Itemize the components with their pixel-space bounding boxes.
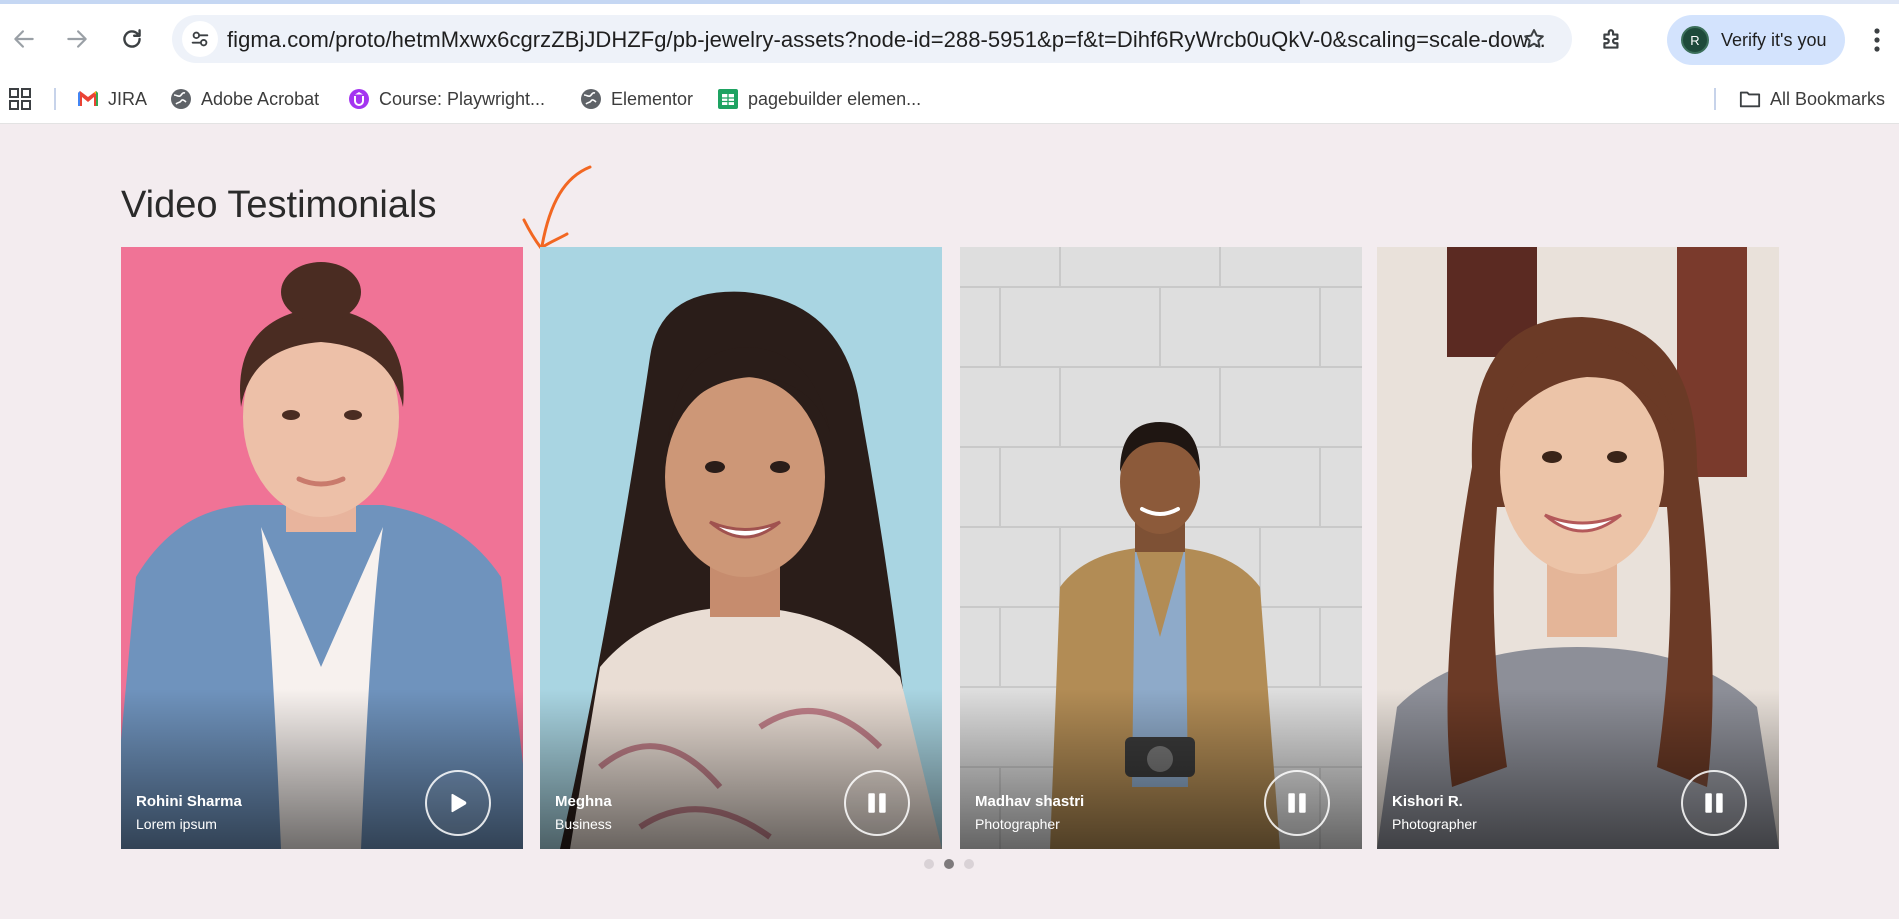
- globe-icon: [580, 88, 602, 110]
- play-button[interactable]: [425, 770, 491, 836]
- testimonial-role: Lorem ipsum: [136, 816, 217, 832]
- testimonial-card[interactable]: Madhav shastri Photographer: [960, 247, 1362, 849]
- bookmark-elementor[interactable]: Elementor: [580, 84, 693, 114]
- puzzle-icon: [1603, 29, 1619, 49]
- apps-button[interactable]: [9, 84, 31, 114]
- verify-profile-button[interactable]: R Verify it's you: [1667, 15, 1845, 65]
- bookmark-label: Course: Playwright...: [379, 88, 546, 109]
- udemy-icon: [348, 88, 370, 110]
- testimonial-name: Kishori R.: [1392, 793, 1463, 810]
- gmail-icon: [77, 88, 99, 110]
- bookmark-label: Adobe Acrobat: [201, 88, 320, 109]
- bookmark-course-playwright[interactable]: Course: Playwright...: [348, 84, 545, 114]
- bookmark-separator: [54, 88, 56, 110]
- site-info-button[interactable]: [182, 21, 218, 57]
- address-bar[interactable]: figma.com/proto/hetmMxwx6cgrzZBjJDHZFg/p…: [172, 15, 1572, 63]
- testimonial-role: Business: [555, 816, 612, 832]
- testimonial-role: Photographer: [1392, 816, 1477, 832]
- bookmark-star-button[interactable]: [1518, 23, 1550, 55]
- browser-toolbar: figma.com/proto/hetmMxwx6cgrzZBjJDHZFg/p…: [0, 4, 1899, 74]
- testimonial-name: Rohini Sharma: [136, 793, 242, 810]
- reload-button[interactable]: [114, 21, 150, 57]
- extensions-button[interactable]: [1593, 21, 1631, 59]
- testimonial-role: Photographer: [975, 816, 1060, 832]
- bookmark-label: JIRA: [108, 88, 148, 109]
- play-icon: [451, 793, 467, 813]
- bookmark-separator: [1714, 88, 1716, 110]
- reload-icon: [123, 29, 141, 48]
- globe-icon: [170, 88, 192, 110]
- carousel-dot-active[interactable]: [944, 859, 954, 869]
- page-content: Video Testimonials Rohini Sharma Lorem i…: [0, 134, 1899, 919]
- pause-icon: [1288, 793, 1306, 813]
- testimonial-name: Meghna: [555, 793, 612, 810]
- carousel-dot[interactable]: [924, 859, 934, 869]
- testimonial-card[interactable]: Kishori R. Photographer: [1377, 247, 1779, 849]
- all-bookmarks-label: All Bookmarks: [1770, 88, 1886, 109]
- bookmark-jira[interactable]: JIRA: [77, 84, 147, 114]
- bookmark-label: pagebuilder elemen...: [748, 88, 922, 109]
- pause-button[interactable]: [1264, 770, 1330, 836]
- sheets-icon: [717, 88, 739, 110]
- tune-icon: [191, 31, 209, 47]
- pause-icon: [1705, 793, 1723, 813]
- pause-button[interactable]: [844, 770, 910, 836]
- avatar: R: [1681, 26, 1709, 54]
- star-icon: [1524, 29, 1544, 48]
- browser-menu-button[interactable]: [1862, 21, 1892, 59]
- url-text[interactable]: figma.com/proto/hetmMxwx6cgrzZBjJDHZFg/p…: [227, 27, 1546, 53]
- bookmark-adobe-acrobat[interactable]: Adobe Acrobat: [170, 84, 319, 114]
- testimonial-card[interactable]: Meghna Business: [540, 247, 942, 849]
- bookmark-label: Elementor: [611, 88, 694, 109]
- pause-icon: [868, 793, 886, 813]
- more-vert-icon: [1874, 28, 1880, 52]
- carousel-dot[interactable]: [964, 859, 974, 869]
- annotation-arrow-icon: [522, 165, 592, 250]
- all-bookmarks-button[interactable]: All Bookmarks: [1739, 84, 1885, 114]
- apps-grid-icon: [9, 88, 31, 110]
- forward-button[interactable]: [59, 21, 95, 57]
- bookmark-pagebuilder[interactable]: pagebuilder elemen...: [717, 84, 921, 114]
- back-arrow-icon: [14, 30, 34, 48]
- pause-button[interactable]: [1681, 770, 1747, 836]
- verify-label: Verify it's you: [1721, 30, 1827, 50]
- testimonial-card[interactable]: Rohini Sharma Lorem ipsum: [121, 247, 523, 849]
- bookmarks-bar: JIRA Adobe Acrobat Course: Playwright...…: [0, 74, 1899, 124]
- section-title: Video Testimonials: [121, 184, 437, 226]
- testimonial-name: Madhav shastri: [975, 793, 1085, 810]
- forward-arrow-icon: [67, 30, 87, 48]
- back-button[interactable]: [6, 21, 42, 57]
- carousel-pagination: [924, 858, 974, 870]
- folder-icon: [1739, 88, 1761, 110]
